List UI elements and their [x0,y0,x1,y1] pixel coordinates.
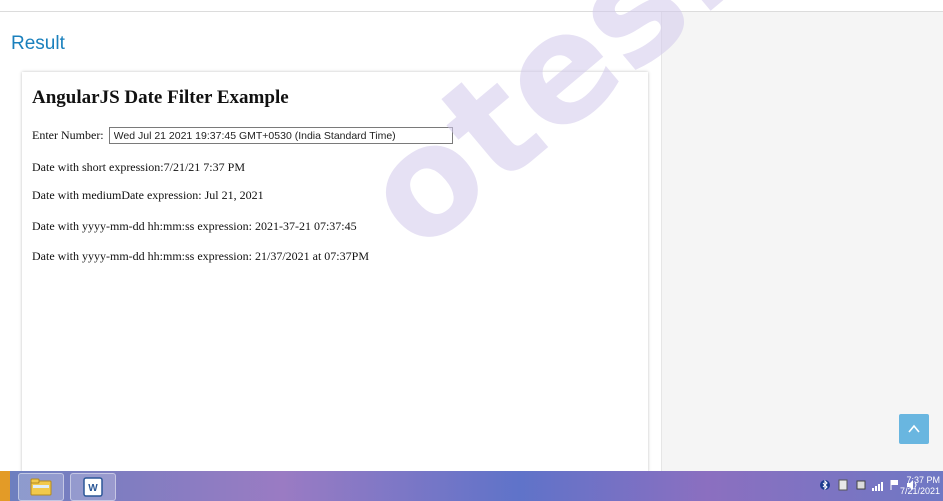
start-orb[interactable] [0,471,10,501]
word-badge: W [88,483,98,494]
input-row: Enter Number: [32,127,453,144]
word-icon: W [83,477,103,497]
bluetooth-icon[interactable] [820,479,830,491]
clock-time: 7:37 PM [906,475,940,485]
result-heading: Result [11,33,65,54]
system-clock[interactable]: 7:37 PM 7/21/2021 [896,475,940,497]
taskbar-word-button[interactable]: W [70,473,116,501]
date-input[interactable] [108,127,453,144]
result-frame: AngularJS Date Filter Example Enter Numb… [22,72,648,472]
custom-date-line: Date with yyyy-mm-dd hh:mm:ss expression… [32,219,357,233]
folder-icon [30,478,52,496]
network-icon[interactable] [838,479,848,491]
clock-date: 7/21/2021 [899,486,940,496]
top-border [0,0,943,12]
device-icon[interactable] [856,479,866,491]
chevron-up-icon [908,424,920,433]
taskbar: W 7:37 PM 7/21/2021 [0,471,943,501]
short-date-line: Date with short expression:7/21/21 7:37 … [32,160,245,174]
page-title: AngularJS Date Filter Example [32,87,289,108]
side-panel [661,12,943,471]
scroll-to-top-button[interactable] [899,414,929,444]
medium-date-line: Date with mediumDate expression: Jul 21,… [32,188,264,202]
input-label: Enter Number: [32,128,104,142]
custom-date-line-2: Date with yyyy-mm-dd hh:mm:ss expression… [32,249,369,263]
taskbar-explorer-button[interactable] [18,473,64,501]
signal-icon[interactable] [872,481,884,491]
